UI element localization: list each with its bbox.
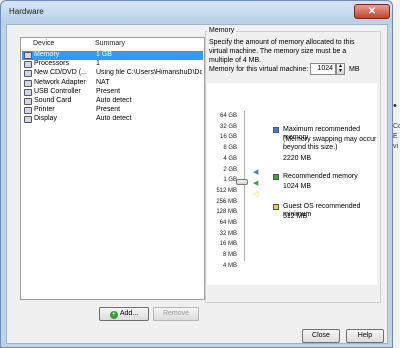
device-name: USB Controller bbox=[34, 87, 81, 95]
device-name: Processors bbox=[34, 60, 70, 68]
scale-tick-label: 4 MB bbox=[222, 262, 237, 269]
printer-icon bbox=[24, 107, 32, 115]
memory-group-label: Memory bbox=[207, 27, 237, 34]
device-row-new-cd-dvd[interactable]: New CD/DVD (... Using file C:\Users\Himan… bbox=[22, 69, 203, 78]
usb-icon bbox=[24, 88, 32, 96]
recommended-marker-icon: ◀ bbox=[253, 180, 259, 187]
sound-card-icon bbox=[24, 98, 32, 105]
device-name: New CD/DVD (... bbox=[34, 69, 87, 77]
device-summary: Auto detect bbox=[96, 115, 132, 123]
memory-spinner[interactable]: ▲ ▼ bbox=[336, 63, 345, 75]
spin-down-icon[interactable]: ▼ bbox=[337, 69, 344, 74]
scale-tick-label: 32 GB bbox=[219, 123, 237, 130]
device-row-display[interactable]: Display Auto detect bbox=[22, 115, 203, 124]
device-name: Sound Card bbox=[34, 97, 72, 104]
display-icon bbox=[24, 116, 32, 124]
add-button-label: Add... bbox=[119, 310, 139, 317]
device-summary: Auto detect bbox=[96, 97, 132, 104]
device-summary: 1 GB bbox=[96, 51, 112, 58]
background-text: Co bbox=[393, 123, 400, 130]
scale-tick-label: 8 GB bbox=[223, 145, 237, 152]
scale-tick-label: 256 MB bbox=[216, 198, 237, 205]
dialog-body: Device Summary Memory 1 GB Processors 1 New … bbox=[6, 24, 388, 344]
column-summary[interactable]: Summary bbox=[95, 40, 125, 47]
device-name: Display bbox=[34, 115, 57, 123]
background-text: vi bbox=[393, 143, 399, 150]
memory-description: Specify the amount of memory allocated t… bbox=[209, 39, 355, 64]
device-row-usb-controller[interactable]: USB Controller Present bbox=[22, 88, 203, 97]
device-name: Memory bbox=[34, 51, 60, 58]
device-summary: Present bbox=[96, 87, 121, 95]
scale-tick-label: 64 GB bbox=[219, 113, 237, 119]
device-row-memory[interactable]: Memory 1 GB bbox=[22, 51, 203, 60]
max-recommended-note: (Memory swapping may occur beyond this s… bbox=[283, 136, 377, 151]
memory-field-label: Memory for this virtual machine: bbox=[209, 66, 309, 73]
network-adapter-icon bbox=[24, 79, 32, 87]
device-row-printer[interactable]: Printer Present bbox=[22, 106, 203, 115]
close-button[interactable]: Close bbox=[302, 329, 340, 343]
max-recommended-color-icon bbox=[273, 127, 279, 133]
device-row-network-adapter[interactable]: Network Adapter NAT bbox=[22, 79, 203, 88]
scale-tick-label: 32 MB bbox=[219, 230, 237, 237]
title-bar[interactable]: Hardware ✕ bbox=[1, 1, 392, 23]
background-text: E bbox=[393, 133, 398, 140]
scale-tick-label: 128 MB bbox=[216, 209, 237, 216]
device-name: Printer bbox=[34, 106, 55, 114]
scale-tick-label: 16 GB bbox=[219, 134, 237, 141]
device-summary: NAT bbox=[96, 78, 110, 86]
scale-tick-label: 4 GB bbox=[223, 155, 237, 162]
column-device[interactable]: Device bbox=[33, 40, 54, 47]
device-summary: 1 bbox=[96, 60, 100, 68]
scale-tick-label: 64 MB bbox=[219, 220, 237, 226]
device-list: Device Summary Memory 1 GB Processors 1 New … bbox=[20, 37, 205, 300]
max-recommended-value: 2220 MB bbox=[283, 155, 312, 162]
add-device-button[interactable]: + Add... bbox=[99, 307, 149, 321]
cd-dvd-icon bbox=[24, 70, 32, 78]
recommended-label: Recommended memory bbox=[283, 173, 358, 180]
device-summary: Present bbox=[96, 106, 121, 114]
add-icon: + bbox=[109, 311, 118, 319]
window-title: Hardware bbox=[9, 7, 44, 16]
background-text: • bbox=[393, 100, 397, 112]
hardware-dialog: Hardware ✕ Device Summary Memory 1 GB Proc… bbox=[0, 0, 393, 348]
scale-tick-label: 8 MB bbox=[222, 252, 237, 259]
device-row-sound-card[interactable]: Sound Card Auto detect bbox=[22, 97, 203, 106]
device-name: Network Adapter bbox=[34, 78, 86, 86]
max-recommended-marker-icon: ◀ bbox=[253, 169, 259, 176]
minimum-marker-icon: ◁ bbox=[253, 191, 259, 198]
recommended-value: 1024 MB bbox=[283, 183, 312, 190]
memory-input[interactable]: 1024 bbox=[310, 63, 336, 75]
memory-slider-thumb[interactable] bbox=[236, 179, 248, 185]
close-window-button[interactable]: ✕ bbox=[354, 4, 390, 19]
memory-unit: MB bbox=[349, 66, 360, 73]
scale-tick-label: 1 GB bbox=[223, 177, 237, 184]
minimum-color-icon bbox=[273, 204, 279, 210]
device-list-header: Device Summary bbox=[21, 40, 204, 50]
memory-icon bbox=[24, 52, 32, 59]
memory-scale: 64 GB 32 GB 16 GB 8 GB 4 GB 2 GB 1 GB 512 MB 256… bbox=[207, 83, 377, 285]
device-summary: Using file C:\Users\HimanshuD\Do... bbox=[96, 69, 202, 77]
minimum-value: 512 MB bbox=[283, 213, 308, 220]
memory-slider-track[interactable] bbox=[244, 111, 245, 261]
help-button[interactable]: Help bbox=[346, 329, 384, 343]
scale-tick-label: 512 MB bbox=[216, 187, 237, 194]
scale-tick-label: 2 GB bbox=[223, 166, 237, 173]
processor-icon bbox=[24, 61, 32, 69]
scale-tick-label: 16 MB bbox=[219, 241, 237, 248]
remove-device-button[interactable]: Remove bbox=[153, 307, 199, 321]
device-row-processors[interactable]: Processors 1 bbox=[22, 60, 203, 69]
recommended-color-icon bbox=[273, 174, 279, 180]
